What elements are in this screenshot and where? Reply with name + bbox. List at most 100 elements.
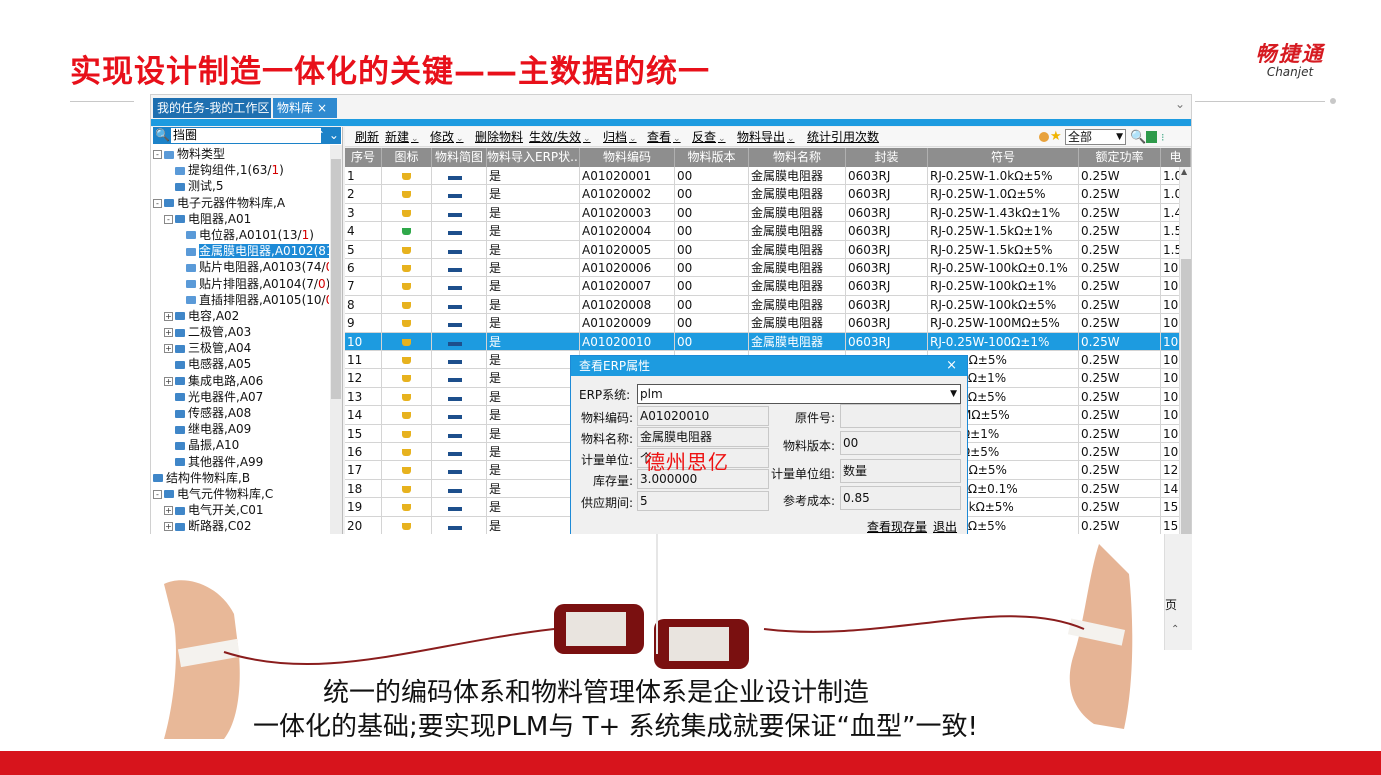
chevron-down-icon[interactable]: ⌄ xyxy=(787,134,795,144)
tree-node[interactable]: 电感器,A05 xyxy=(151,356,329,372)
chevron-down-icon[interactable]: ⌄ xyxy=(411,134,419,144)
tree-node[interactable]: 金属膜电阻器,A0102(81/ xyxy=(151,243,329,259)
tree-node[interactable]: 其他器件,A99 xyxy=(151,454,329,470)
tree-node[interactable]: 光电器件,A07 xyxy=(151,389,329,405)
tree-search-nav-buttons[interactable]: ⌃ ⌄ xyxy=(315,127,339,144)
chevron-down-icon[interactable]: ⌄ xyxy=(456,134,464,144)
table-row[interactable]: 9 是 A01020009 00 金属膜电阻器 0603RJ RJ-0.25W-100MΩ±… xyxy=(345,314,1191,333)
toolbar-button[interactable]: 删除物料 xyxy=(475,127,523,147)
table-row[interactable]: 1 是 A01020001 00 金属膜电阻器 0603RJ RJ-0.25W-1.0kΩ±… xyxy=(345,167,1191,186)
supply-field[interactable]: 5 xyxy=(637,491,769,511)
expand-icon[interactable]: + xyxy=(164,522,173,532)
toolbar-button[interactable]: 新建 ⌄ xyxy=(385,127,419,149)
column-header[interactable]: 符号 xyxy=(928,148,1079,167)
tree-node[interactable]: 电位器,A0101(13/1) xyxy=(151,227,329,243)
grid-scrollbar-thumb[interactable] xyxy=(1181,259,1191,559)
exit-link[interactable]: 退出 xyxy=(933,518,957,535)
orig-part-field[interactable] xyxy=(840,404,961,428)
chevron-up-icon[interactable]: ⌃ xyxy=(1171,624,1179,635)
scroll-up-icon[interactable]: ▲ xyxy=(1181,167,1187,176)
tree-node[interactable]: + 电容,A02 xyxy=(151,308,329,324)
column-header[interactable]: 额定功率 xyxy=(1079,148,1161,167)
tree-node[interactable]: - 物料类型 xyxy=(151,146,329,162)
tree-node[interactable]: 晶振,A10 xyxy=(151,437,329,453)
toolbar-button[interactable]: 修改 ⌄ xyxy=(430,127,464,149)
tree-node[interactable]: 结构件物料库,B xyxy=(151,470,329,486)
star-icon[interactable]: ★ xyxy=(1050,127,1062,147)
toolbar-button[interactable]: 统计引用次数 xyxy=(807,127,879,147)
column-header[interactable]: 电 xyxy=(1161,148,1191,167)
tree-node[interactable]: + 断路器,C02 xyxy=(151,518,329,534)
tree-node[interactable]: 传感器,A08 xyxy=(151,405,329,421)
toolbar-button[interactable]: 生效/失效 ⌄ xyxy=(529,127,591,149)
pager-label[interactable]: 页 xyxy=(1165,596,1177,613)
column-header[interactable]: 序号 xyxy=(345,148,382,167)
search-icon[interactable]: 🔍 xyxy=(1130,128,1146,148)
expand-icon[interactable]: + xyxy=(164,344,173,354)
expand-icon[interactable]: + xyxy=(164,328,173,338)
table-row[interactable]: 6 是 A01020006 00 金属膜电阻器 0603RJ RJ-0.25W-100kΩ±… xyxy=(345,259,1191,278)
tree-node[interactable]: - 电子元器件物料库,A xyxy=(151,195,329,211)
tree-node[interactable]: + 二极管,A03 xyxy=(151,324,329,340)
ref-cost-field[interactable]: 0.85 xyxy=(840,486,961,510)
table-row[interactable]: 10 是 A01020010 00 金属膜电阻器 0603RJ RJ-0.25W-100Ω±… xyxy=(345,332,1191,351)
dialog-close-icon[interactable]: × xyxy=(946,356,957,376)
view-stock-link[interactable]: 查看现存量 xyxy=(867,518,927,535)
search-icon[interactable]: 🔍 xyxy=(155,128,170,142)
toolbar-button[interactable]: 归档 ⌄ xyxy=(603,127,637,149)
tab-my-workspace[interactable]: 我的任务-我的工作区 xyxy=(153,98,271,118)
code-field[interactable]: A01020010 xyxy=(637,406,769,426)
column-header[interactable]: 物料简图 xyxy=(432,148,487,167)
collapse-icon[interactable]: - xyxy=(164,214,173,224)
tab-material-library[interactable]: 物料库 × xyxy=(273,98,337,118)
collapse-chevron-icon[interactable]: ⌄ xyxy=(1175,97,1185,111)
expand-icon[interactable]: + xyxy=(164,506,173,516)
palette-icon[interactable] xyxy=(1039,132,1049,142)
table-row[interactable]: 7 是 A01020007 00 金属膜电阻器 0603RJ RJ-0.25W-100kΩ±… xyxy=(345,277,1191,296)
column-header[interactable]: 封装 xyxy=(846,148,928,167)
tree-node[interactable]: 直插排阻器,A0105(10/0) xyxy=(151,292,329,308)
tree-node[interactable]: 测试,5 xyxy=(151,178,329,194)
column-header[interactable]: 物料名称 xyxy=(749,148,846,167)
chevron-down-icon[interactable]: ⌄ xyxy=(718,134,726,144)
chevron-down-icon[interactable]: ⌄ xyxy=(583,134,591,144)
table-row[interactable]: 4 是 A01020004 00 金属膜电阻器 0603RJ RJ-0.25W-1.5kΩ±… xyxy=(345,222,1191,241)
column-header[interactable]: 物料编码 xyxy=(580,148,675,167)
excel-export-icon[interactable] xyxy=(1146,131,1157,143)
toolbar-button[interactable]: 刷新 xyxy=(355,127,379,147)
collapse-icon[interactable]: - xyxy=(153,198,162,208)
more-icon[interactable]: ⁝ xyxy=(1161,128,1165,148)
expand-icon[interactable]: + xyxy=(164,376,173,386)
tree-node[interactable]: + 电气开关,C01 xyxy=(151,502,329,518)
collapse-icon[interactable]: - xyxy=(153,150,162,159)
tree-node[interactable]: 贴片排阻器,A0104(7/0) xyxy=(151,276,329,292)
unit-group-field[interactable]: 数量 xyxy=(840,459,961,483)
table-row[interactable]: 2 是 A01020002 00 金属膜电阻器 0603RJ RJ-0.25W-1.0Ω±5… xyxy=(345,185,1191,204)
table-row[interactable]: 8 是 A01020008 00 金属膜电阻器 0603RJ RJ-0.25W-100kΩ±… xyxy=(345,295,1191,315)
scope-select[interactable]: 全部 ▼ xyxy=(1065,129,1126,145)
table-row[interactable]: 3 是 A01020003 00 金属膜电阻器 0603RJ RJ-0.25W-1.43kΩ… xyxy=(345,203,1191,223)
tree-node[interactable]: 继电器,A09 xyxy=(151,421,329,437)
table-row[interactable]: 5 是 A01020005 00 金属膜电阻器 0603RJ RJ-0.25W-1.5kΩ±… xyxy=(345,240,1191,259)
tree-node[interactable]: - 电阻器,A01 xyxy=(151,211,329,227)
toolbar-button[interactable]: 物料导出 ⌄ xyxy=(737,127,795,149)
tree-scrollbar-thumb[interactable] xyxy=(331,159,341,399)
tree-node[interactable]: - 电气元件物料库,C xyxy=(151,486,329,502)
tree-node[interactable]: + 集成电路,A06 xyxy=(151,373,329,389)
column-header[interactable]: 物料版本 xyxy=(675,148,749,167)
tree-node[interactable]: + 三极管,A04 xyxy=(151,340,329,356)
chevron-down-icon[interactable]: ⌄ xyxy=(673,134,681,144)
tab-close-icon[interactable]: × xyxy=(317,101,327,115)
chevron-down-icon[interactable]: ⌄ xyxy=(629,134,637,144)
tree-node[interactable]: 贴片电阻器,A0103(74/0) xyxy=(151,259,329,275)
expand-icon[interactable]: + xyxy=(164,311,173,321)
tree-node[interactable]: 提钩组件,1(63/1) xyxy=(151,162,329,178)
toolbar-button[interactable]: 反查 ⌄ xyxy=(692,127,726,149)
erp-system-select[interactable]: plm ▼ xyxy=(637,384,961,404)
column-header[interactable]: 图标 xyxy=(382,148,432,167)
name-field[interactable]: 金属膜电阻器 xyxy=(637,427,769,447)
column-header[interactable]: 物料导入ERP状... xyxy=(487,148,580,167)
collapse-icon[interactable]: - xyxy=(153,489,162,499)
toolbar-button[interactable]: 查看 ⌄ xyxy=(647,127,681,149)
tree-search-input[interactable]: 挡圈 xyxy=(170,128,321,143)
